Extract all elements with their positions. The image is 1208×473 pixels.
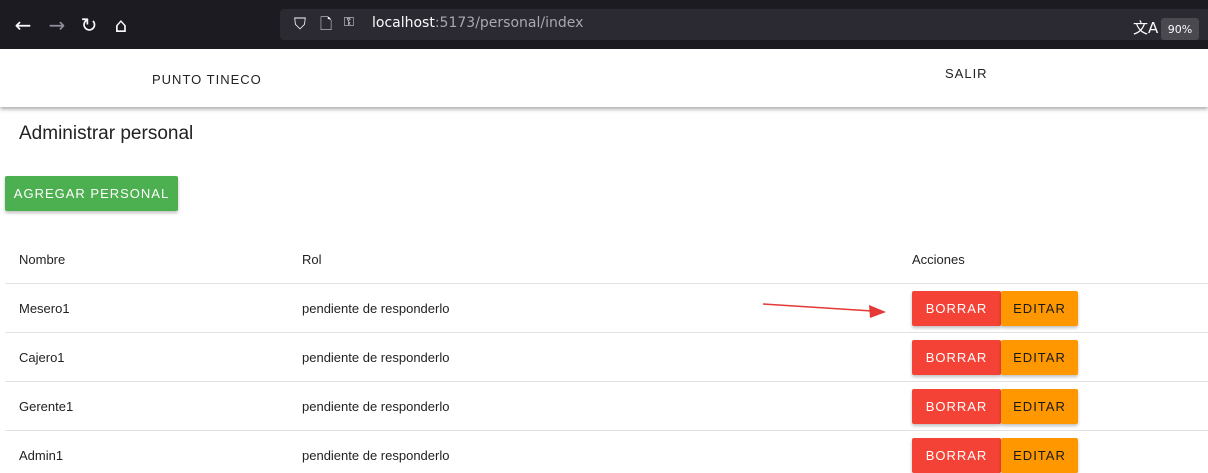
table-header-row: Nombre Rol Acciones xyxy=(5,235,1208,284)
cell-rol: pendiente de responderlo xyxy=(302,398,450,414)
back-icon[interactable]: ← xyxy=(8,0,38,49)
cell-nombre: Admin1 xyxy=(19,447,64,463)
app-header: PUNTO TINECO SALIR xyxy=(0,49,1208,107)
browser-toolbar: ← → ↻ ⌂ ⛉ 🗋 ⚿ localhost:5173/personal/in… xyxy=(0,0,1208,49)
table-row: Gerente1 pendiente de responderlo BORRAR… xyxy=(5,382,1208,431)
edit-button[interactable]: EDITAR xyxy=(1001,339,1078,375)
page-icon: 🗋 xyxy=(320,15,333,33)
delete-button[interactable]: BORRAR xyxy=(912,437,1001,473)
table-row: Cajero1 pendiente de responderlo BORRAR … xyxy=(5,333,1208,382)
cell-rol: pendiente de responderlo xyxy=(302,447,450,463)
cell-rol: pendiente de responderlo xyxy=(302,349,450,365)
cell-rol: pendiente de responderlo xyxy=(302,300,450,316)
logout-link[interactable]: SALIR xyxy=(945,66,988,81)
delete-button[interactable]: BORRAR xyxy=(912,388,1001,424)
delete-button[interactable]: BORRAR xyxy=(912,339,1001,375)
edit-button[interactable]: EDITAR xyxy=(1001,388,1078,424)
key-icon[interactable]: ⚿ xyxy=(344,15,354,30)
table-row: Admin1 pendiente de responderlo BORRAR E… xyxy=(5,431,1208,473)
personal-table: Nombre Rol Acciones Mesero1 pendiente de… xyxy=(5,235,1208,473)
column-header-rol: Rol xyxy=(302,251,322,267)
zoom-badge[interactable]: 90% xyxy=(1161,18,1199,40)
cell-nombre: Mesero1 xyxy=(19,300,70,316)
home-icon[interactable]: ⌂ xyxy=(106,0,136,49)
brand-title[interactable]: PUNTO TINECO xyxy=(152,72,262,87)
edit-button[interactable]: EDITAR xyxy=(1001,437,1078,473)
column-header-acciones: Acciones xyxy=(912,251,965,267)
shield-icon[interactable]: ⛉ xyxy=(294,14,306,34)
translate-icon[interactable]: 文A xyxy=(1133,17,1158,38)
cell-nombre: Cajero1 xyxy=(19,349,65,365)
table-row: Mesero1 pendiente de responderlo BORRAR … xyxy=(5,284,1208,333)
annotation-arrow-icon xyxy=(762,303,886,318)
url-bar[interactable]: ⛉ 🗋 ⚿ localhost:5173/personal/index xyxy=(280,9,1208,40)
cell-nombre: Gerente1 xyxy=(19,398,74,414)
row-actions: BORRAR EDITAR xyxy=(912,284,1078,332)
row-actions: BORRAR EDITAR xyxy=(912,333,1078,381)
edit-button[interactable]: EDITAR xyxy=(1001,290,1078,326)
delete-button[interactable]: BORRAR xyxy=(912,290,1001,326)
column-header-nombre: Nombre xyxy=(19,251,66,267)
row-actions: BORRAR EDITAR xyxy=(912,382,1078,430)
url-text[interactable]: localhost:5173/personal/index xyxy=(372,15,583,31)
reload-icon[interactable]: ↻ xyxy=(74,0,104,49)
add-personal-button[interactable]: AGREGAR PERSONAL xyxy=(5,176,178,211)
forward-icon[interactable]: → xyxy=(42,0,72,49)
row-actions: BORRAR EDITAR xyxy=(912,431,1078,473)
page-title: Administrar personal xyxy=(19,123,194,144)
